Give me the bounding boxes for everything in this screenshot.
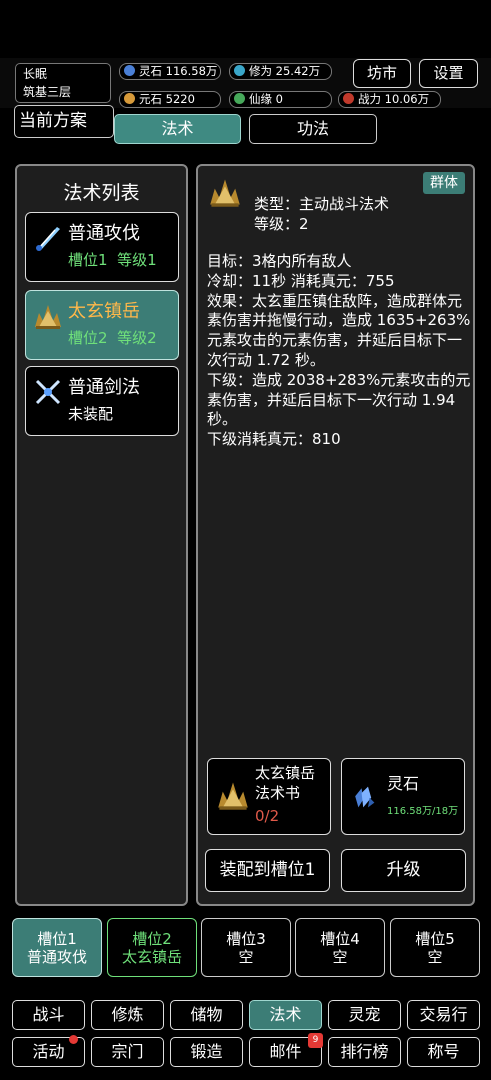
power-resource: 战力 10.06万 — [338, 91, 441, 108]
spell-description: 目标：3格内所有敌人 冷却：11秒 消耗真元：755 效果：太玄重压镇住敌阵，造成群… — [207, 252, 471, 450]
spell-name: 太玄镇岳 — [68, 301, 140, 322]
nav-titles[interactable]: 称号 — [407, 1037, 480, 1067]
slot-4[interactable]: 槽位4 空 — [295, 918, 385, 977]
nav-events[interactable]: 活动 — [12, 1035, 85, 1067]
nav-leaderboard[interactable]: 排行榜 — [328, 1037, 401, 1067]
spell-list-panel: 法术列表 普通攻伐 槽位1 等级1 太玄镇岳 槽位2 等级2 普通剑法 未装配 — [15, 164, 188, 906]
spell-item-taixuan-zhenyue[interactable]: 太玄镇岳 槽位2 等级2 — [25, 290, 179, 360]
nav-spells[interactable]: 法术 — [249, 1000, 322, 1030]
spell-book-count: 0/2 — [255, 807, 280, 825]
spell-slot-level: 槽位1 等级1 — [68, 251, 157, 269]
text-line: 冷却：11秒 消耗真元：755 — [207, 271, 395, 290]
tab-techniques[interactable]: 功法 — [249, 114, 377, 144]
spell-status: 未装配 — [68, 405, 114, 423]
spell-name: 普通攻伐 — [68, 223, 140, 244]
settings-button[interactable]: 设置 — [419, 59, 478, 88]
spell-book-name: 太玄镇岳 法术书 — [255, 763, 315, 803]
yuanshi-resource: 元石 5220 — [119, 91, 221, 108]
spell-book-cost: 太玄镇岳法术书 0/2 — [207, 758, 331, 835]
fate-resource: 仙缘 0 — [229, 91, 332, 108]
nav-pets[interactable]: 灵宠 — [328, 1000, 401, 1030]
tab-spells[interactable]: 法术 — [114, 114, 241, 144]
spell-type: 类型：主动战斗法术 — [254, 195, 390, 213]
spirit-stone-icon — [124, 65, 135, 76]
character-info[interactable]: 长眠 筑基三层 — [15, 63, 111, 103]
yuanshi-icon — [124, 93, 135, 104]
nav-sect[interactable]: 宗门 — [91, 1037, 164, 1067]
spirit-stone-cost: 灵石 116.58万/18万 — [341, 758, 465, 835]
blade-slash-icon — [36, 227, 60, 251]
equip-to-slot-button[interactable]: 装配到槽位1 — [205, 849, 330, 892]
text-line: 太玄镇岳 — [255, 764, 316, 782]
current-plan-label[interactable]: 当前方案 — [14, 105, 114, 138]
mountain-crown-icon — [35, 305, 61, 329]
slot-2[interactable]: 槽位2 太玄镇岳 — [107, 918, 197, 977]
spell-list-title: 法术列表 — [63, 182, 140, 204]
mountain-crown-icon — [210, 179, 240, 207]
spell-name: 普通剑法 — [68, 377, 140, 398]
target-type-badge: 群体 — [423, 172, 465, 194]
nav-mail[interactable]: 邮件 9 — [249, 1033, 323, 1067]
character-name: 长眠 — [23, 67, 48, 81]
notification-dot — [69, 1035, 78, 1044]
power-icon — [343, 93, 354, 104]
mail-count-badge: 9 — [308, 1033, 323, 1048]
spell-item-normal-attack[interactable]: 普通攻伐 槽位1 等级1 — [25, 212, 179, 282]
nav-forge[interactable]: 锻造 — [170, 1037, 243, 1067]
text-line: 下级消耗真元：810 — [207, 430, 341, 449]
character-realm: 筑基三层 — [23, 85, 72, 99]
slot-1[interactable]: 槽位1 普通攻伐 — [12, 918, 102, 977]
slot-3[interactable]: 槽位3 空 — [201, 918, 291, 977]
text-line: 下级：造成 2038+283%元素攻击的元素伤害，并延后目标下一次行动 1.94… — [207, 370, 471, 429]
spell-slot-level: 槽位2 等级2 — [68, 329, 157, 347]
spell-meta: 类型：主动战斗法术 等级：2 — [254, 194, 389, 234]
spirit-stone-amount: 116.58万/18万 — [387, 806, 459, 817]
spell-item-normal-sword[interactable]: 普通剑法 未装配 — [25, 366, 179, 436]
fate-icon — [234, 93, 245, 104]
upgrade-button[interactable]: 升级 — [341, 849, 466, 892]
spell-level: 等级：2 — [254, 215, 309, 233]
text-line: 效果：太玄重压镇住敌阵，造成群体元素伤害并拖慢行动，造成 1635+263%元素… — [207, 291, 471, 369]
nav-battle[interactable]: 战斗 — [12, 1000, 85, 1030]
text-line: 法术书 — [255, 784, 301, 802]
spirit-stone-resource: 灵石 116.58万 — [119, 63, 221, 80]
text-line: 目标：3格内所有敌人 — [207, 252, 352, 270]
cultivation-icon — [234, 65, 245, 76]
crossed-swords-icon — [35, 379, 61, 405]
slot-5[interactable]: 槽位5 空 — [390, 918, 480, 977]
spirit-crystal-icon — [355, 786, 375, 808]
market-button[interactable]: 坊市 — [353, 59, 411, 88]
nav-storage[interactable]: 储物 — [170, 1000, 243, 1030]
cultivation-resource: 修为 25.42万 — [229, 63, 332, 80]
nav-cultivate[interactable]: 修炼 — [91, 1000, 164, 1030]
mountain-crown-icon — [218, 782, 248, 810]
spirit-stone-name: 灵石 — [387, 774, 420, 793]
nav-trade[interactable]: 交易行 — [407, 1000, 480, 1030]
